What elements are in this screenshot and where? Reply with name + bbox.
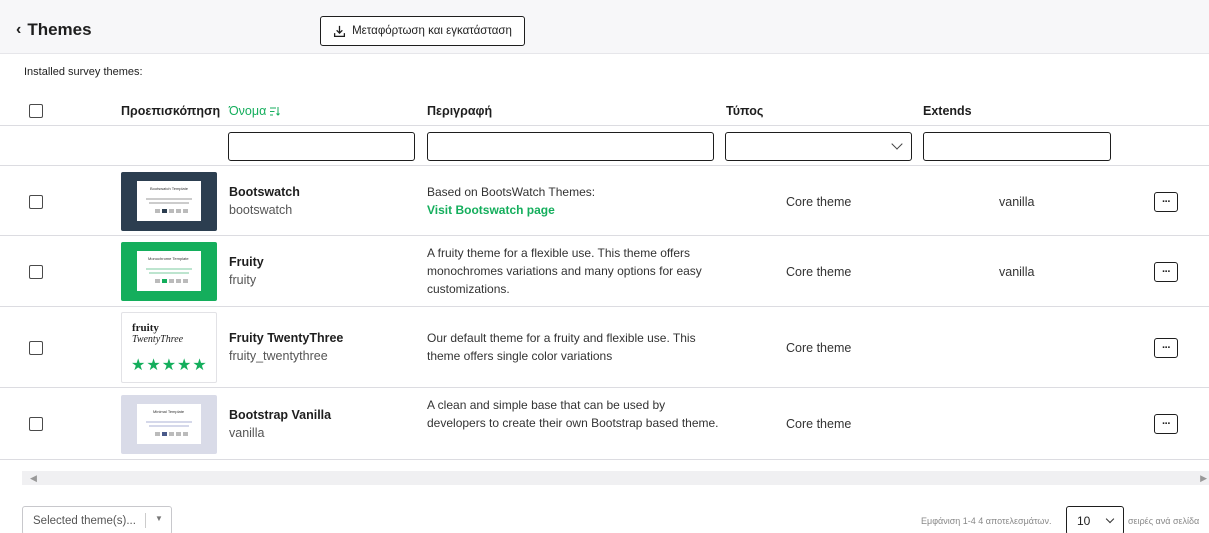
theme-type: Core theme — [786, 417, 852, 431]
extends-filter-input[interactable] — [923, 132, 1111, 161]
description-text: Based on BootsWatch Themes: — [427, 185, 596, 199]
theme-slug: fruity_twentythree — [229, 349, 328, 363]
rows-per-page-label: σειρές ανά σελίδα — [1128, 516, 1200, 526]
table-row: fruity TwentyThree ★★★★★ Fruity TwentyTh… — [0, 307, 1209, 388]
horizontal-scrollbar[interactable]: ◀ ▶ — [22, 471, 1209, 485]
bulk-action-label: Selected theme(s)... — [33, 514, 136, 527]
bulk-action-select[interactable]: Selected theme(s)... ▼ — [22, 506, 172, 533]
theme-extends: vanilla — [999, 195, 1035, 209]
row-actions-button[interactable]: ··· — [1154, 262, 1178, 282]
theme-name-cell: Fruity TwentyThree fruity_twentythree — [229, 331, 343, 363]
column-name-sort[interactable]: Όνομα — [229, 104, 281, 118]
table-row: Minimal Template Bootstrap Vanilla vanil… — [0, 388, 1209, 460]
theme-preview-thumbnail: Minimal Template — [121, 395, 217, 454]
column-type: Τύπος — [726, 104, 764, 118]
theme-slug: fruity — [229, 273, 257, 287]
theme-description: Based on BootsWatch Themes: Visit Bootsw… — [427, 183, 727, 219]
scroll-right-arrow-icon[interactable]: ▶ — [1200, 473, 1207, 484]
theme-title: Fruity TwentyThree — [229, 331, 344, 345]
thumbnail-title: Bootswatch Template — [150, 186, 188, 191]
theme-title: Bootstrap Vanilla — [229, 408, 332, 422]
theme-title: Bootswatch — [229, 185, 300, 199]
divider — [145, 513, 146, 528]
table-row: Bootswatch Template Bootswatch bootswatc… — [0, 166, 1209, 236]
theme-extends: vanilla — [999, 265, 1035, 279]
row-checkbox[interactable] — [29, 195, 43, 209]
star-rating-icon: ★★★★★ — [131, 357, 208, 374]
chevron-left-icon: ‹ — [16, 21, 22, 38]
page-size-value: 10 — [1077, 513, 1091, 528]
column-preview: Προεπισκόπηση — [121, 104, 221, 118]
table-header: Προεπισκόπηση Όνομα Περιγραφή Τύπος Exte… — [0, 96, 1209, 126]
row-checkbox[interactable] — [29, 341, 43, 355]
back-to-themes-link[interactable]: ‹ Themes — [16, 20, 92, 40]
column-description: Περιγραφή — [427, 104, 493, 118]
theme-title: Fruity — [229, 255, 264, 269]
top-bar: ‹ Themes Μεταφόρτωση και εγκατάσταση — [0, 0, 1209, 54]
ellipsis-icon: ··· — [1162, 196, 1171, 208]
page-title: Themes — [27, 20, 92, 39]
row-actions-button[interactable]: ··· — [1154, 338, 1178, 358]
row-actions-button[interactable]: ··· — [1154, 192, 1178, 212]
chevron-down-icon — [891, 138, 903, 150]
upload-install-label: Μεταφόρτωση και εγκατάσταση — [352, 25, 512, 37]
table-row: Monochrome Template Fruity fruity A frui… — [0, 236, 1209, 307]
chevron-down-icon — [1105, 514, 1115, 524]
theme-name-cell: Bootswatch bootswatch — [229, 185, 300, 217]
page-size-select[interactable]: 10 — [1066, 506, 1124, 533]
row-checkbox[interactable] — [29, 417, 43, 431]
column-name-label: Όνομα — [229, 104, 267, 118]
theme-preview-thumbnail: Monochrome Template — [121, 242, 217, 301]
theme-slug: bootswatch — [229, 203, 293, 217]
theme-name-cell: Fruity fruity — [229, 255, 264, 287]
description-filter-input[interactable] — [427, 132, 714, 161]
theme-description: A clean and simple base that can be used… — [427, 398, 719, 430]
theme-preview-thumbnail: fruity TwentyThree ★★★★★ — [121, 312, 217, 383]
section-label: Installed survey themes: — [24, 66, 143, 78]
ellipsis-icon: ··· — [1162, 266, 1171, 278]
thumbnail-subtitle: TwentyThree — [132, 334, 184, 345]
ellipsis-icon: ··· — [1162, 342, 1171, 354]
theme-type: Core theme — [786, 341, 852, 355]
theme-slug: vanilla — [229, 426, 265, 440]
caret-down-icon: ▼ — [155, 514, 163, 523]
theme-type: Core theme — [786, 195, 852, 209]
ellipsis-icon: ··· — [1162, 418, 1171, 430]
type-filter-select[interactable] — [725, 132, 912, 161]
download-tray-icon — [334, 25, 346, 37]
name-filter-input[interactable] — [228, 132, 415, 161]
select-all-checkbox[interactable] — [29, 104, 43, 118]
theme-type: Core theme — [786, 265, 852, 279]
visit-bootswatch-link[interactable]: Visit Bootswatch page — [427, 203, 555, 217]
theme-name-cell: Bootstrap Vanilla vanilla — [229, 408, 331, 440]
upload-install-button[interactable]: Μεταφόρτωση και εγκατάσταση — [320, 16, 525, 46]
sort-icon — [270, 106, 281, 116]
scroll-left-arrow-icon[interactable]: ◀ — [30, 473, 37, 484]
thumbnail-title: Monochrome Template — [148, 256, 189, 261]
thumbnail-wordmark: fruity — [132, 322, 159, 334]
theme-description: Our default theme for a fruity and flexi… — [427, 331, 696, 363]
filter-row — [0, 126, 1209, 166]
row-checkbox[interactable] — [29, 265, 43, 279]
thumbnail-title: Minimal Template — [153, 409, 185, 414]
pagination-summary: Εμφάνιση 1-4 4 αποτελεσμάτων. — [921, 516, 1052, 526]
theme-description: A fruity theme for a flexible use. This … — [427, 246, 702, 296]
theme-preview-thumbnail: Bootswatch Template — [121, 172, 217, 231]
row-actions-button[interactable]: ··· — [1154, 414, 1178, 434]
column-extends: Extends — [923, 104, 972, 118]
